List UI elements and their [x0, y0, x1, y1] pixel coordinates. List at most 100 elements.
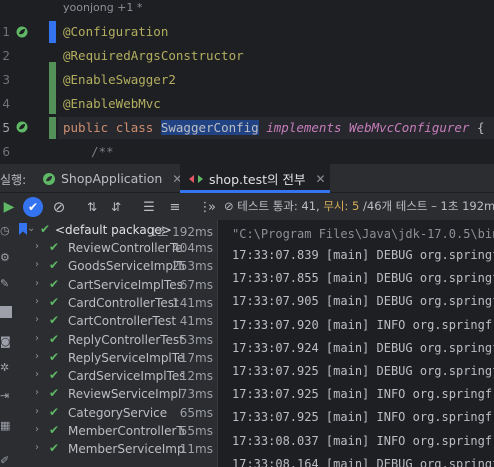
keyword: class [115, 120, 154, 135]
sort-alpha-icon[interactable]: ⇅ [83, 198, 101, 216]
test-class-item[interactable]: › ✔ MemberControllerTest55ms [13, 423, 215, 441]
test-class-name: ReplyControllerTest [68, 332, 184, 347]
chevron-right-icon[interactable]: › [35, 296, 39, 307]
test-run-icon [189, 174, 203, 183]
spring-bean-icon[interactable] [16, 121, 28, 133]
passed-check-icon: ✔ [49, 404, 60, 419]
tab-label: shop.test의 전부 [209, 172, 306, 187]
test-class-name: ReplyServiceImplTest [68, 350, 184, 365]
tool-icon[interactable]: ⚙ [0, 252, 12, 264]
test-class-name: MemberControllerTest [68, 424, 184, 438]
test-duration: 53ms [179, 332, 213, 347]
spring-bean-icon[interactable] [16, 26, 28, 38]
rerun-icon[interactable]: ▶ [0, 198, 18, 216]
chevron-right-icon[interactable]: › [35, 278, 39, 289]
expand-right-icon[interactable]: » [203, 198, 221, 216]
history-icon[interactable]: ◷ [0, 225, 12, 237]
code-editor[interactable]: 1 2 3 4 5 6 yoonjong +1 * @Configuration… [0, 0, 494, 164]
test-class-name: CartServiceImplTest [68, 277, 184, 292]
test-duration: 404ms [172, 241, 213, 255]
passed-check-icon: ✔ [49, 349, 60, 364]
tab-shop-test-all[interactable]: shop.test의 전부 ✕ [180, 164, 330, 193]
editor-gutter: 1 2 3 4 5 6 [0, 0, 58, 164]
console-output[interactable]: "C:\Program Files\Java\jdk-17.0.5\bin\ja… [217, 220, 494, 467]
chevron-right-icon[interactable]: › [35, 241, 39, 252]
test-status-summary: ⊘ 테스트 통과: 41, 무시: 5 /46개 테스트 – 1초 192ms [224, 198, 494, 214]
chevron-right-icon[interactable]: › [35, 369, 39, 380]
layout-icon[interactable]: ▦ [0, 420, 12, 432]
line-number: 1 [2, 25, 10, 39]
expand-all-icon[interactable]: ☰ [140, 198, 158, 216]
test-results-tree[interactable]: ⌄ ✔ <default package> 1초 192ms › ✔ ReviewC… [13, 220, 215, 467]
chevron-right-icon[interactable]: › [35, 333, 39, 344]
stop-icon[interactable] [0, 306, 12, 318]
test-class-item[interactable]: › ✔ CardServiceImplTest 12ms [13, 368, 215, 386]
sort-duration-icon[interactable]: ⇵ [107, 198, 125, 216]
spring-boot-icon [43, 172, 55, 185]
show-passed-icon[interactable]: ✔ [23, 197, 43, 217]
test-class-item[interactable]: › ✔ ReplyControllerTest 53ms [13, 332, 215, 350]
test-class-item[interactable]: › ✔ CartControllerTest 41ms [13, 313, 215, 331]
test-duration: 141ms [172, 295, 213, 310]
console-log-line: 17:33:08.164 [main] DEBUG org.springfram… [232, 456, 494, 467]
chevron-right-icon[interactable]: › [35, 442, 39, 453]
run-side-toolbar: ◷ ⚙ ✎ ◙ ✲ ⇥ ▦ ✐ [0, 220, 13, 467]
keyword: implements [266, 120, 342, 135]
console-log-line: 17:33:07.925 [main] INFO org.springframe… [232, 387, 494, 402]
tab-label: ShopApplication [61, 171, 163, 186]
status-icon: ⊘ [224, 199, 238, 213]
test-class-name: CardControllerTest [68, 295, 179, 310]
test-class-name: ReviewControllerTest [68, 241, 184, 255]
vcs-modified-marker[interactable] [49, 21, 56, 43]
chevron-right-icon[interactable]: › [35, 387, 39, 398]
passed-check-icon: ✔ [49, 331, 60, 346]
keyword: public [63, 120, 109, 135]
chevron-right-icon[interactable]: › [35, 424, 39, 435]
chevron-down-icon[interactable]: ⌄ [27, 223, 35, 234]
line-number: 4 [2, 97, 10, 111]
test-class-item[interactable]: › ✔ CardControllerTest 141ms [13, 295, 215, 313]
login-icon[interactable]: ⇥ [0, 390, 12, 402]
tab-shop-application[interactable]: ShopApplication ✕ [42, 164, 182, 193]
collapse-all-icon[interactable]: ≡ [166, 198, 184, 216]
passed-check-icon: ✔ [49, 240, 60, 254]
passed-check-icon: ✔ [40, 222, 51, 236]
test-class-item[interactable]: › ✔ ReplyServiceImplTest 17ms [13, 350, 215, 368]
interface-name: WebMvcConfigurer [349, 120, 470, 135]
annotation: @EnableWebMvc [63, 96, 161, 111]
chevron-right-icon[interactable]: › [35, 314, 39, 325]
test-duration: 1초 192ms [149, 225, 213, 239]
chevron-right-icon[interactable]: › [35, 406, 39, 417]
test-duration: 253ms [172, 259, 213, 274]
test-class-item[interactable]: › ✔ ReviewServiceImplTest73ms [13, 386, 215, 404]
test-class-item[interactable]: › ✔ CategoryService 65ms [13, 405, 215, 423]
vcs-added-marker[interactable] [49, 62, 56, 114]
chevron-right-icon[interactable]: › [35, 259, 39, 270]
test-toolbar: ▶ ✔ ⊘ ⇅ ⇵ ☰ ≡ ⋮ » ⊘ 테스트 통과: 41, 무시: 5 /4… [0, 193, 494, 220]
test-class-item[interactable]: › ✔ CartServiceImplTest 67ms [13, 277, 215, 295]
close-icon[interactable]: ✕ [315, 172, 325, 186]
console-log-line: 17:33:07.924 [main] DEBUG org.springfram… [232, 340, 494, 355]
test-duration: 67ms [179, 277, 213, 292]
test-class-name: CardServiceImplTest [68, 369, 184, 384]
test-class-item[interactable]: › ✔ ReviewControllerTest 404ms [13, 240, 215, 258]
wrench-icon[interactable]: ✎ [0, 278, 12, 290]
code-author-hint[interactable]: yoonjong +1 * [63, 1, 142, 14]
passed-check-icon: ✔ [49, 294, 60, 309]
show-ignored-icon[interactable]: ⊘ [50, 198, 68, 216]
test-duration: 55ms [179, 424, 213, 438]
console-log-line: 17:33:07.920 [main] INFO org.springframe… [232, 317, 494, 332]
camera-icon[interactable]: ◙ [0, 336, 12, 348]
tree-root-default-package[interactable]: ⌄ ✔ <default package> 1초 192ms [13, 222, 215, 240]
vcs-added-marker[interactable] [49, 117, 56, 139]
settings-icon[interactable]: ✲ [0, 362, 12, 374]
test-duration: 17ms [179, 350, 213, 365]
test-duration: 73ms [179, 387, 213, 402]
pin-icon[interactable]: ✐ [0, 455, 12, 467]
test-class-item[interactable]: › ✔ GoodsServiceImplTest253ms [13, 258, 215, 276]
test-class-name: ReviewServiceImplTest [68, 387, 184, 402]
class-name: SwaggerConfig [160, 120, 259, 135]
test-duration: 11ms [179, 442, 213, 457]
test-class-item[interactable]: › ✔ MemberServiceImplTest11ms [13, 441, 215, 459]
chevron-right-icon[interactable]: › [35, 351, 39, 362]
